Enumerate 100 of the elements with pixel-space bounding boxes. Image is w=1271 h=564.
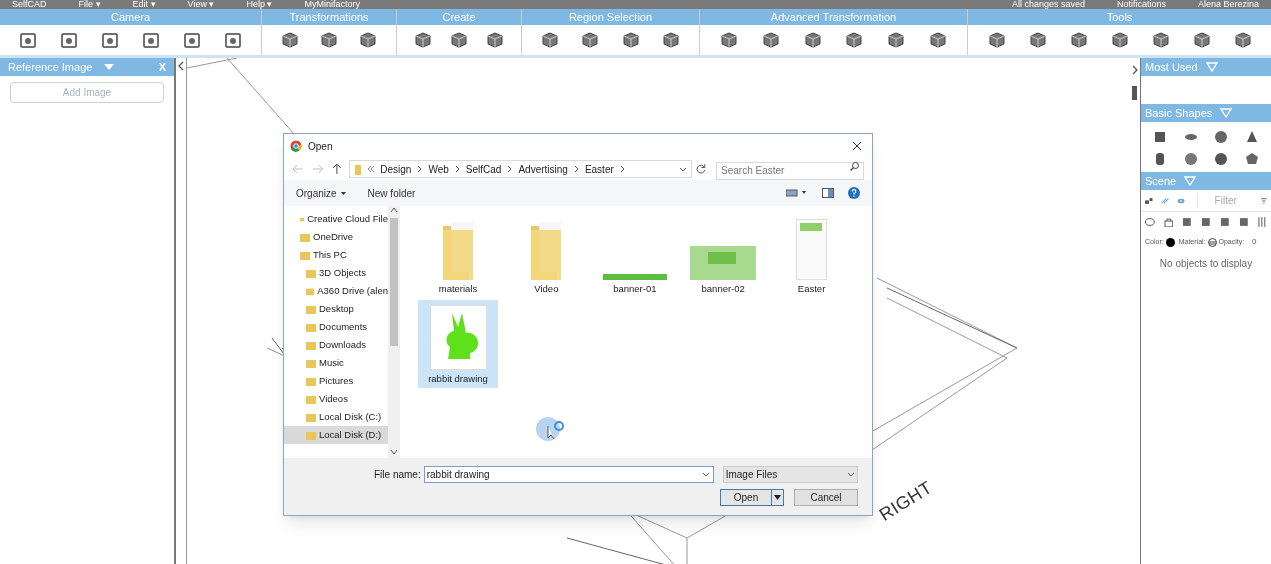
- menu-link[interactable]: MyMinifactory: [304, 0, 360, 9]
- ribbon-group-label: Advanced Transformation: [700, 9, 967, 25]
- chevron-right-icon: [619, 165, 625, 173]
- browser-logo-icon: [290, 140, 302, 152]
- image-thumbnail: [690, 245, 757, 280]
- nav-item[interactable]: Local Disk (C:): [284, 408, 388, 426]
- cone-icon[interactable]: [1244, 130, 1259, 144]
- camera-icon[interactable]: [223, 31, 242, 49]
- lock-icon[interactable]: [1163, 217, 1174, 227]
- nav-item[interactable]: Videos: [284, 390, 388, 408]
- chevron-right-icon: [417, 165, 423, 173]
- up-arrow-icon[interactable]: [331, 163, 342, 175]
- ribbon-group-label: Region Selection: [522, 9, 699, 25]
- nav-item[interactable]: 3D Objects: [284, 264, 388, 282]
- sliders-icon[interactable]: [1257, 217, 1268, 227]
- preview-pane-icon[interactable]: [822, 188, 834, 198]
- gallery-tile[interactable]: materials: [418, 210, 498, 298]
- nav-item[interactable]: Downloads: [284, 336, 388, 354]
- camera-icon[interactable]: [182, 31, 201, 49]
- scroll-down-icon[interactable]: [390, 448, 398, 456]
- menu-item[interactable]: File ▾: [78, 0, 101, 9]
- gallery-tile[interactable]: banner-01: [594, 210, 675, 298]
- nav-item[interactable]: Music: [284, 354, 388, 372]
- polyhedron-icon[interactable]: [1244, 152, 1259, 166]
- folder-icon: [354, 163, 363, 175]
- gallery-tile[interactable]: rabbit drawing: [418, 300, 498, 388]
- square-icon[interactable]: [1238, 217, 1249, 227]
- nav-item[interactable]: This PC: [284, 246, 388, 264]
- opacity-field[interactable]: 0: [1249, 236, 1260, 248]
- refresh-icon[interactable]: [696, 164, 706, 174]
- scrollbar-thumb[interactable]: [1132, 86, 1137, 100]
- camera-icon[interactable]: [60, 31, 79, 49]
- gallery-tile[interactable]: Easter: [771, 210, 852, 298]
- field-label: File name:: [374, 468, 421, 482]
- section-title: Scene: [1145, 173, 1177, 189]
- cancel-button[interactable]: Cancel: [794, 489, 858, 506]
- folder-thumbnail: [531, 221, 562, 280]
- objects-icon[interactable]: [1145, 195, 1154, 206]
- help-icon[interactable]: [848, 187, 860, 199]
- menu-item[interactable]: Edit ▾: [132, 0, 156, 9]
- overflow-icon: [368, 166, 375, 172]
- color-swatch[interactable]: [1165, 237, 1175, 247]
- nav-item[interactable]: OneDrive: [284, 228, 388, 246]
- image-thumbnail: [796, 218, 828, 280]
- close-icon[interactable]: [852, 141, 862, 151]
- empty-message: No objects to display: [1158, 257, 1254, 271]
- image-thumbnail: [429, 304, 487, 370]
- scroll-up-icon[interactable]: [390, 206, 398, 214]
- new-folder-button[interactable]: New folder: [367, 185, 416, 201]
- breadcrumb-item[interactable]: Advertising: [518, 161, 568, 177]
- ribbon-group-label: Camera: [0, 9, 261, 25]
- chevron-right-icon: [454, 165, 460, 173]
- camera-icon[interactable]: [19, 31, 38, 49]
- image-thumbnail: [602, 273, 667, 280]
- camera-icon[interactable]: [141, 31, 160, 49]
- breadcrumb-item[interactable]: Design: [380, 161, 412, 177]
- scrollbar-thumb[interactable]: [390, 218, 398, 346]
- file-type-dropdown[interactable]: Image Files: [722, 466, 858, 483]
- nav-item[interactable]: Documents: [284, 318, 388, 336]
- dialog-title: Open: [308, 139, 333, 154]
- filter-field[interactable]: Filter: [1197, 193, 1254, 208]
- dropdown-icon[interactable]: [679, 166, 688, 172]
- chevron-right-icon: [507, 165, 513, 173]
- material-icon[interactable]: [1207, 237, 1217, 247]
- camera-icon[interactable]: [101, 31, 120, 49]
- notifications-link[interactable]: Notifications: [1116, 0, 1166, 9]
- gallery-tile[interactable]: Video: [506, 210, 587, 298]
- nav-item[interactable]: Creative Cloud File: [284, 210, 388, 228]
- file-name-field[interactable]: rabbit drawing: [423, 466, 714, 483]
- dropdown-icon[interactable]: [771, 490, 783, 505]
- breadcrumb-item[interactable]: Web: [428, 161, 449, 177]
- app-logo: SelfCAD: [12, 0, 47, 9]
- gallery-tile[interactable]: banner-02: [683, 210, 764, 298]
- dropdown-icon[interactable]: [701, 472, 710, 477]
- sphere-icon[interactable]: [1214, 152, 1229, 166]
- ribbon-group-label: Create: [397, 9, 521, 25]
- sort-icon[interactable]: [1261, 195, 1267, 206]
- menu-item[interactable]: Help ▾: [246, 0, 273, 9]
- breadcrumb-item[interactable]: Easter: [584, 161, 614, 177]
- nav-item[interactable]: Desktop: [284, 300, 388, 318]
- search-field[interactable]: Search Easter: [716, 161, 864, 180]
- section-title: Basic Shapes: [1145, 105, 1213, 121]
- breadcrumb-item[interactable]: SelfCad: [465, 161, 502, 177]
- organize-menu[interactable]: Organize: [296, 185, 346, 201]
- panel-title: Reference Image: [8, 59, 93, 75]
- dropdown-icon: [847, 472, 855, 477]
- nav-item[interactable]: A360 Drive (alen: [284, 282, 388, 300]
- view-options-icon[interactable]: [786, 189, 808, 197]
- chevron-right-icon: [573, 165, 579, 173]
- section-title: Most Used: [1145, 59, 1198, 75]
- save-status: All changes saved: [1011, 0, 1085, 9]
- menu-item[interactable]: View ▾: [187, 0, 215, 9]
- nav-item[interactable]: Pictures: [284, 372, 388, 390]
- search-icon[interactable]: [850, 162, 859, 171]
- address-bar[interactable]: Design Web SelfCad Advertising Easter: [349, 160, 693, 178]
- nav-item[interactable]: Local Disk (D:): [284, 426, 388, 444]
- sphere-icon[interactable]: [1214, 130, 1229, 144]
- ribbon-group-label: Transformations: [262, 9, 396, 25]
- ribbon-group-label: Tools: [968, 9, 1271, 25]
- user-name[interactable]: Alena Berezina: [1197, 0, 1259, 9]
